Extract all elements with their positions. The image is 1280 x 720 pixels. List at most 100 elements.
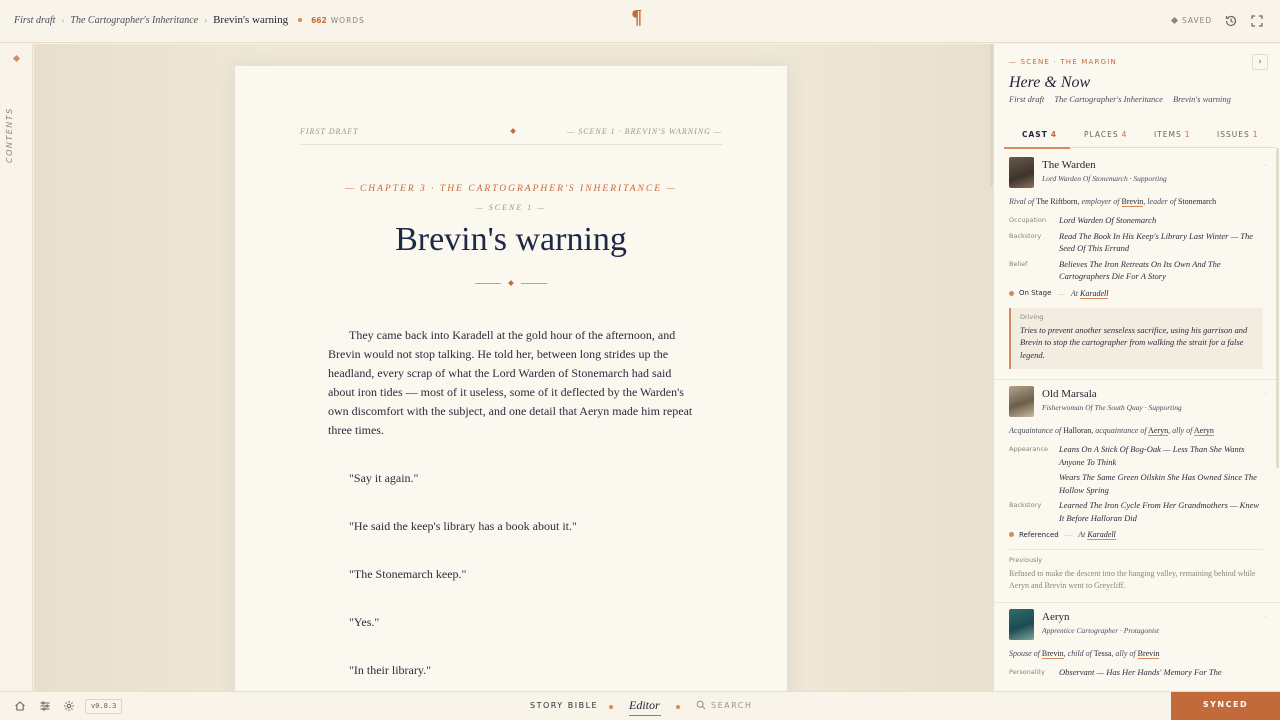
dialogue-line[interactable]: "He said the keep's library has a book a… — [328, 517, 700, 536]
panel-section-label: — SCENE · THE MARGIN — [1009, 58, 1117, 66]
running-header-left: FIRST DRAFT — [300, 127, 359, 136]
tab-cast[interactable]: CAST 4 — [1022, 130, 1057, 139]
relationships: Spouse of Brevin, child of Tessa, ally o… — [1009, 649, 1160, 659]
dialogue-line[interactable]: "Say it again." — [328, 469, 700, 488]
panel-title: Here & Now — [1009, 74, 1091, 91]
related-character[interactable]: Halloran — [1063, 426, 1091, 435]
character-role: Apprentice Cartographer · Protagonist — [1042, 626, 1159, 635]
panel-crumb[interactable]: Brevin's warning — [1173, 94, 1231, 104]
dialogue-line[interactable]: "In their library." — [328, 661, 700, 680]
avatar — [1009, 609, 1034, 640]
synced-status-button[interactable]: SYNCED — [1171, 692, 1280, 720]
contents-toggle[interactable]: CONTENTS — [5, 107, 14, 163]
bottom-bar: v0.8.3 STORY BIBLE Editor SEARCH SYNCED — [0, 691, 1280, 720]
related-character[interactable]: Brevin — [1041, 649, 1064, 659]
related-character[interactable]: Aeryn — [1193, 426, 1214, 436]
editor-canvas: FIRST DRAFT — SCENE 1 · BREVIN'S WARNING… — [34, 44, 993, 691]
relationships: Acquaintance of Halloran, acquaintance o… — [1009, 426, 1214, 436]
saved-diamond-icon — [1170, 16, 1179, 25]
save-status: SAVED — [1170, 16, 1213, 25]
fullscreen-icon[interactable] — [1250, 14, 1264, 28]
character-role: Lord Warden Of Stonemarch · Supporting — [1042, 174, 1167, 183]
tab-places[interactable]: PLACES 4 — [1084, 130, 1127, 139]
panel-tabs: CAST 4 PLACES 4 ITEMS 1 ISSUES 1 — [1004, 124, 1276, 149]
paragraph[interactable]: They came back into Karadell at the gold… — [328, 326, 700, 440]
place-link[interactable]: Karadell — [1087, 530, 1116, 540]
scene-title[interactable]: Brevin's warning — [235, 221, 787, 259]
running-header: FIRST DRAFT — SCENE 1 · BREVIN'S WARNING… — [300, 127, 722, 145]
tab-issues[interactable]: ISSUES 1 — [1217, 130, 1259, 139]
previously-note: Previously Refused to make the descent i… — [1009, 549, 1263, 592]
running-header-diamond-icon — [510, 128, 516, 134]
breadcrumb-draft[interactable]: First draft — [14, 15, 55, 26]
card-menu-icon[interactable]: · — [1264, 613, 1267, 622]
card-menu-icon[interactable]: · — [1264, 390, 1267, 399]
driving-note: Driving Tries to prevent another sensele… — [1009, 307, 1263, 369]
tab-items[interactable]: ITEMS 1 — [1154, 130, 1191, 139]
related-character[interactable]: Brevin — [1121, 197, 1144, 207]
nav-separator-dot — [676, 705, 680, 709]
running-header-right: — SCENE 1 · BREVIN'S WARNING — — [567, 127, 722, 136]
related-character[interactable]: Tessa — [1094, 649, 1112, 658]
title-ornament — [475, 280, 547, 286]
word-count-number: 662 — [311, 15, 327, 25]
related-character[interactable]: Stonemarch — [1178, 197, 1216, 206]
cast-card[interactable]: The Warden Lord Warden Of Stonemarch · S… — [994, 151, 1280, 380]
cast-list: The Warden Lord Warden Of Stonemarch · S… — [994, 151, 1280, 691]
status-dot-icon — [1009, 290, 1014, 296]
relationships: Rival of The Riftborn, employer of Brevi… — [1009, 197, 1217, 207]
character-name[interactable]: Aeryn — [1042, 611, 1070, 623]
manuscript-page[interactable]: FIRST DRAFT — SCENE 1 · BREVIN'S WARNING… — [235, 66, 787, 691]
stage-status: Referenced — At Karadell — [1009, 530, 1263, 540]
breadcrumb-separator: › — [204, 15, 208, 25]
word-count-label: WORDS — [330, 15, 365, 25]
panel-scrollbar[interactable] — [1276, 148, 1279, 468]
panel-breadcrumb: First draft The Cartographer's Inheritan… — [1009, 94, 1239, 104]
search-icon — [696, 700, 706, 710]
related-character[interactable]: Brevin — [1137, 649, 1160, 659]
manuscript-body[interactable]: They came back into Karadell at the gold… — [328, 326, 700, 680]
cast-card[interactable]: Aeryn Apprentice Cartographer · Protagon… — [994, 603, 1280, 691]
story-bible-button[interactable]: STORY BIBLE — [530, 701, 598, 710]
dialogue-line[interactable]: "Yes." — [328, 613, 700, 632]
attributes: Occupation Lord Warden Of Stonemarch Back… — [1009, 215, 1254, 281]
chapter-heading: — CHAPTER 3 · THE CARTOGRAPHER'S INHERIT… — [345, 184, 677, 194]
panel-crumb[interactable]: The Cartographer's Inheritance — [1054, 94, 1163, 104]
avatar — [1009, 386, 1034, 417]
saved-label: SAVED — [1182, 16, 1213, 25]
pilcrow-logo-icon: ¶ — [632, 6, 642, 28]
character-name[interactable]: The Warden — [1042, 159, 1096, 171]
attributes: Appearance Leans On A Stick Of Bog-Oak — … — [1009, 444, 1260, 523]
stage-status: On Stage — At Karadell — [1009, 288, 1263, 299]
cast-card[interactable]: Old Marsala Fisherwoman Of The South Qua… — [994, 380, 1280, 603]
character-name[interactable]: Old Marsala — [1042, 388, 1097, 400]
top-bar: First draft › The Cartographer's Inherit… — [0, 0, 1280, 43]
editor-tab[interactable]: Editor — [629, 698, 660, 713]
breadcrumb: First draft › The Cartographer's Inherit… — [14, 14, 365, 26]
version-badge: v0.8.3 — [85, 699, 123, 714]
breadcrumb-separator: › — [61, 15, 65, 25]
active-mode-indicator — [629, 715, 661, 716]
breadcrumb-chapter[interactable]: The Cartographer's Inheritance — [70, 15, 198, 26]
collapse-panel-button[interactable]: › — [1252, 54, 1268, 70]
place-link[interactable]: Karadell — [1080, 288, 1109, 299]
sliders-icon[interactable] — [39, 700, 51, 712]
panel-crumb[interactable]: First draft — [1009, 94, 1044, 104]
breadcrumb-current: Brevin's warning — [213, 14, 289, 26]
contents-diamond-icon — [12, 54, 21, 63]
gear-icon[interactable] — [63, 700, 75, 712]
attributes: Personality Observant — Has Her Hands' Me… — [1009, 667, 1222, 677]
card-menu-icon[interactable]: · — [1264, 161, 1267, 170]
related-character[interactable]: Aeryn — [1148, 426, 1169, 436]
word-count-dot — [298, 18, 303, 22]
history-icon[interactable] — [1224, 14, 1238, 28]
scene-heading: — SCENE 1 — — [475, 203, 547, 212]
status-dot-icon — [1009, 532, 1014, 537]
home-icon[interactable] — [14, 700, 26, 712]
related-character[interactable]: The Riftborn — [1036, 197, 1078, 206]
dialogue-line[interactable]: "The Stonemarch keep." — [328, 565, 700, 584]
active-tab-indicator — [1004, 147, 1070, 149]
search-button[interactable]: SEARCH — [696, 700, 752, 710]
avatar — [1009, 157, 1034, 188]
contents-rail[interactable]: CONTENTS — [0, 44, 33, 691]
